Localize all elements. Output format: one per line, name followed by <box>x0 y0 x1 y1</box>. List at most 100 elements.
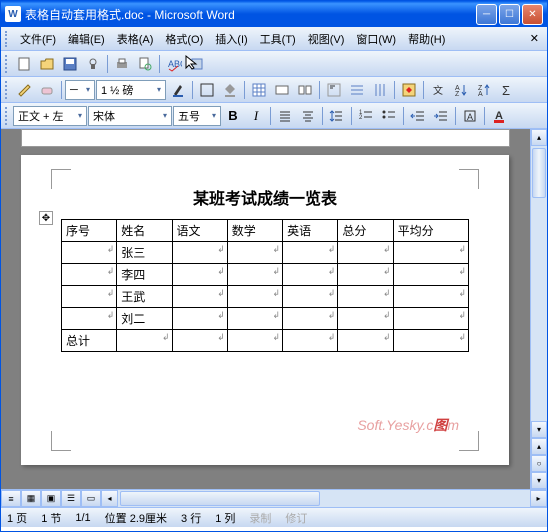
titlebar: W 表格自动套用格式.doc - Microsoft Word ─ ☐ ✕ <box>1 1 547 27</box>
permission-icon[interactable] <box>82 53 104 75</box>
new-doc-icon[interactable] <box>13 53 35 75</box>
document-page[interactable]: ✥ 某班考试成绩一览表 序号 姓名 语文 数学 英语 总分 平均分 ↲张三↲↲↲… <box>21 155 509 465</box>
menu-window[interactable]: 窗口(W) <box>350 29 402 49</box>
distribute-rows-icon[interactable] <box>346 79 368 101</box>
font-combo[interactable]: 宋体▾ <box>88 106 172 126</box>
decrease-indent-icon[interactable] <box>407 105 429 127</box>
status-section: 1 节 <box>41 510 61 526</box>
scroll-up-icon[interactable]: ▴ <box>531 129 547 146</box>
style-combo[interactable]: 正文 + 左▾ <box>13 106 87 126</box>
outline-view-icon[interactable]: ☰ <box>61 490 81 507</box>
menu-close-doc[interactable]: ✕ <box>526 32 543 45</box>
increase-indent-icon[interactable] <box>430 105 452 127</box>
sort-asc-icon[interactable]: AZ <box>450 79 472 101</box>
horizontal-scrollbar[interactable]: ◂ ▸ <box>101 490 547 507</box>
border-color-icon[interactable] <box>167 79 189 101</box>
char-border-icon[interactable]: A <box>459 105 481 127</box>
vertical-scrollbar[interactable]: ▴ ▾ ▴ ○ ▾ <box>530 129 547 489</box>
status-line: 3 行 <box>181 510 201 526</box>
distribute-cols-icon[interactable] <box>369 79 391 101</box>
svg-text:A: A <box>478 91 483 98</box>
close-button[interactable]: ✕ <box>522 4 543 25</box>
spellcheck-icon[interactable]: ABC <box>163 53 185 75</box>
browse-object-icon[interactable]: ○ <box>531 455 547 472</box>
scroll-thumb[interactable] <box>532 148 546 198</box>
status-rev[interactable]: 修订 <box>285 510 307 526</box>
bold-icon[interactable]: B <box>222 105 244 127</box>
reading-view-icon[interactable]: ▭ <box>81 490 101 507</box>
open-icon[interactable] <box>36 53 58 75</box>
table-row: ↲李四↲↲↲↲↲ <box>62 264 469 286</box>
cursor-icon <box>184 54 200 70</box>
document-area: ✥ 某班考试成绩一览表 序号 姓名 语文 数学 英语 总分 平均分 ↲张三↲↲↲… <box>1 129 547 489</box>
italic-icon[interactable]: I <box>245 105 267 127</box>
horizontal-ruler[interactable] <box>21 129 510 147</box>
status-col: 1 列 <box>215 510 235 526</box>
prev-page-icon[interactable]: ▴ <box>531 438 547 455</box>
fontsize-combo[interactable]: 五号▾ <box>173 106 221 126</box>
draw-table-icon[interactable] <box>13 79 35 101</box>
font-color-icon[interactable]: A <box>488 105 510 127</box>
align-center-icon[interactable] <box>297 105 319 127</box>
outside-border-icon[interactable] <box>196 79 218 101</box>
header-cell: 平均分 <box>393 220 468 242</box>
autosum-icon[interactable]: Σ <box>496 79 518 101</box>
status-rec[interactable]: 录制 <box>249 510 271 526</box>
window-title: 表格自动套用格式.doc - Microsoft Word <box>25 6 476 23</box>
toolbar-handle[interactable] <box>5 81 10 99</box>
table-move-handle[interactable]: ✥ <box>39 211 53 225</box>
menu-view[interactable]: 视图(V) <box>302 29 351 49</box>
menu-edit[interactable]: 编辑(E) <box>62 29 111 49</box>
print-view-icon[interactable]: ▣ <box>41 490 61 507</box>
toolbar-handle[interactable] <box>5 55 10 73</box>
status-pages: 1/1 <box>75 512 90 524</box>
menu-format[interactable]: 格式(O) <box>159 29 209 49</box>
table-row: ↲刘二↲↲↲↲↲ <box>62 308 469 330</box>
toolbar-handle[interactable] <box>5 107 10 125</box>
minimize-button[interactable]: ─ <box>476 4 497 25</box>
text-direction-icon[interactable]: 文 <box>427 79 449 101</box>
header-cell: 序号 <box>62 220 117 242</box>
line-weight-combo[interactable]: 1 ½ 磅▾ <box>96 80 166 100</box>
table-row: ↲王武↲↲↲↲↲ <box>62 286 469 308</box>
horizontal-scroll-row: ≡ ▦ ▣ ☰ ▭ ◂ ▸ <box>1 489 547 507</box>
svg-text:ABC: ABC <box>168 59 182 69</box>
grades-table[interactable]: 序号 姓名 语文 数学 英语 总分 平均分 ↲张三↲↲↲↲↲ ↲李四↲↲↲↲↲ … <box>61 219 469 352</box>
menu-tools[interactable]: 工具(T) <box>254 29 302 49</box>
save-icon[interactable] <box>59 53 81 75</box>
print-preview-icon[interactable] <box>134 53 156 75</box>
menu-file[interactable]: 文件(F) <box>14 29 62 49</box>
svg-text:Σ: Σ <box>502 83 510 98</box>
margin-corner <box>459 169 479 189</box>
split-cells-icon[interactable] <box>294 79 316 101</box>
web-view-icon[interactable]: ▦ <box>21 490 41 507</box>
align-top-left-icon[interactable] <box>323 79 345 101</box>
line-spacing-icon[interactable] <box>326 105 348 127</box>
insert-table-icon[interactable] <box>248 79 270 101</box>
scroll-right-icon[interactable]: ▸ <box>530 490 547 507</box>
shading-color-icon[interactable] <box>219 79 241 101</box>
menubar: 文件(F) 编辑(E) 表格(A) 格式(O) 插入(I) 工具(T) 视图(V… <box>1 27 547 51</box>
scroll-down-icon[interactable]: ▾ <box>531 421 547 438</box>
autoformat-icon[interactable] <box>398 79 420 101</box>
scroll-left-icon[interactable]: ◂ <box>101 490 118 507</box>
maximize-button[interactable]: ☐ <box>499 4 520 25</box>
eraser-icon[interactable] <box>36 79 58 101</box>
merge-cells-icon[interactable] <box>271 79 293 101</box>
align-justify-icon[interactable] <box>274 105 296 127</box>
table-header-row: 序号 姓名 语文 数学 英语 总分 平均分 <box>62 220 469 242</box>
word-app-icon: W <box>5 6 21 22</box>
menu-insert[interactable]: 插入(I) <box>209 29 253 49</box>
numbering-icon[interactable]: 12 <box>355 105 377 127</box>
bullets-icon[interactable] <box>378 105 400 127</box>
menu-help[interactable]: 帮助(H) <box>402 29 451 49</box>
sort-desc-icon[interactable]: ZA <box>473 79 495 101</box>
menu-table[interactable]: 表格(A) <box>111 29 160 49</box>
normal-view-icon[interactable]: ≡ <box>1 490 21 507</box>
document-title[interactable]: 某班考试成绩一览表 <box>61 185 469 209</box>
scroll-thumb[interactable] <box>120 491 320 506</box>
next-page-icon[interactable]: ▾ <box>531 472 547 489</box>
print-icon[interactable] <box>111 53 133 75</box>
menubar-handle[interactable] <box>5 31 10 47</box>
line-style-combo[interactable]: ─▾ <box>65 80 95 100</box>
